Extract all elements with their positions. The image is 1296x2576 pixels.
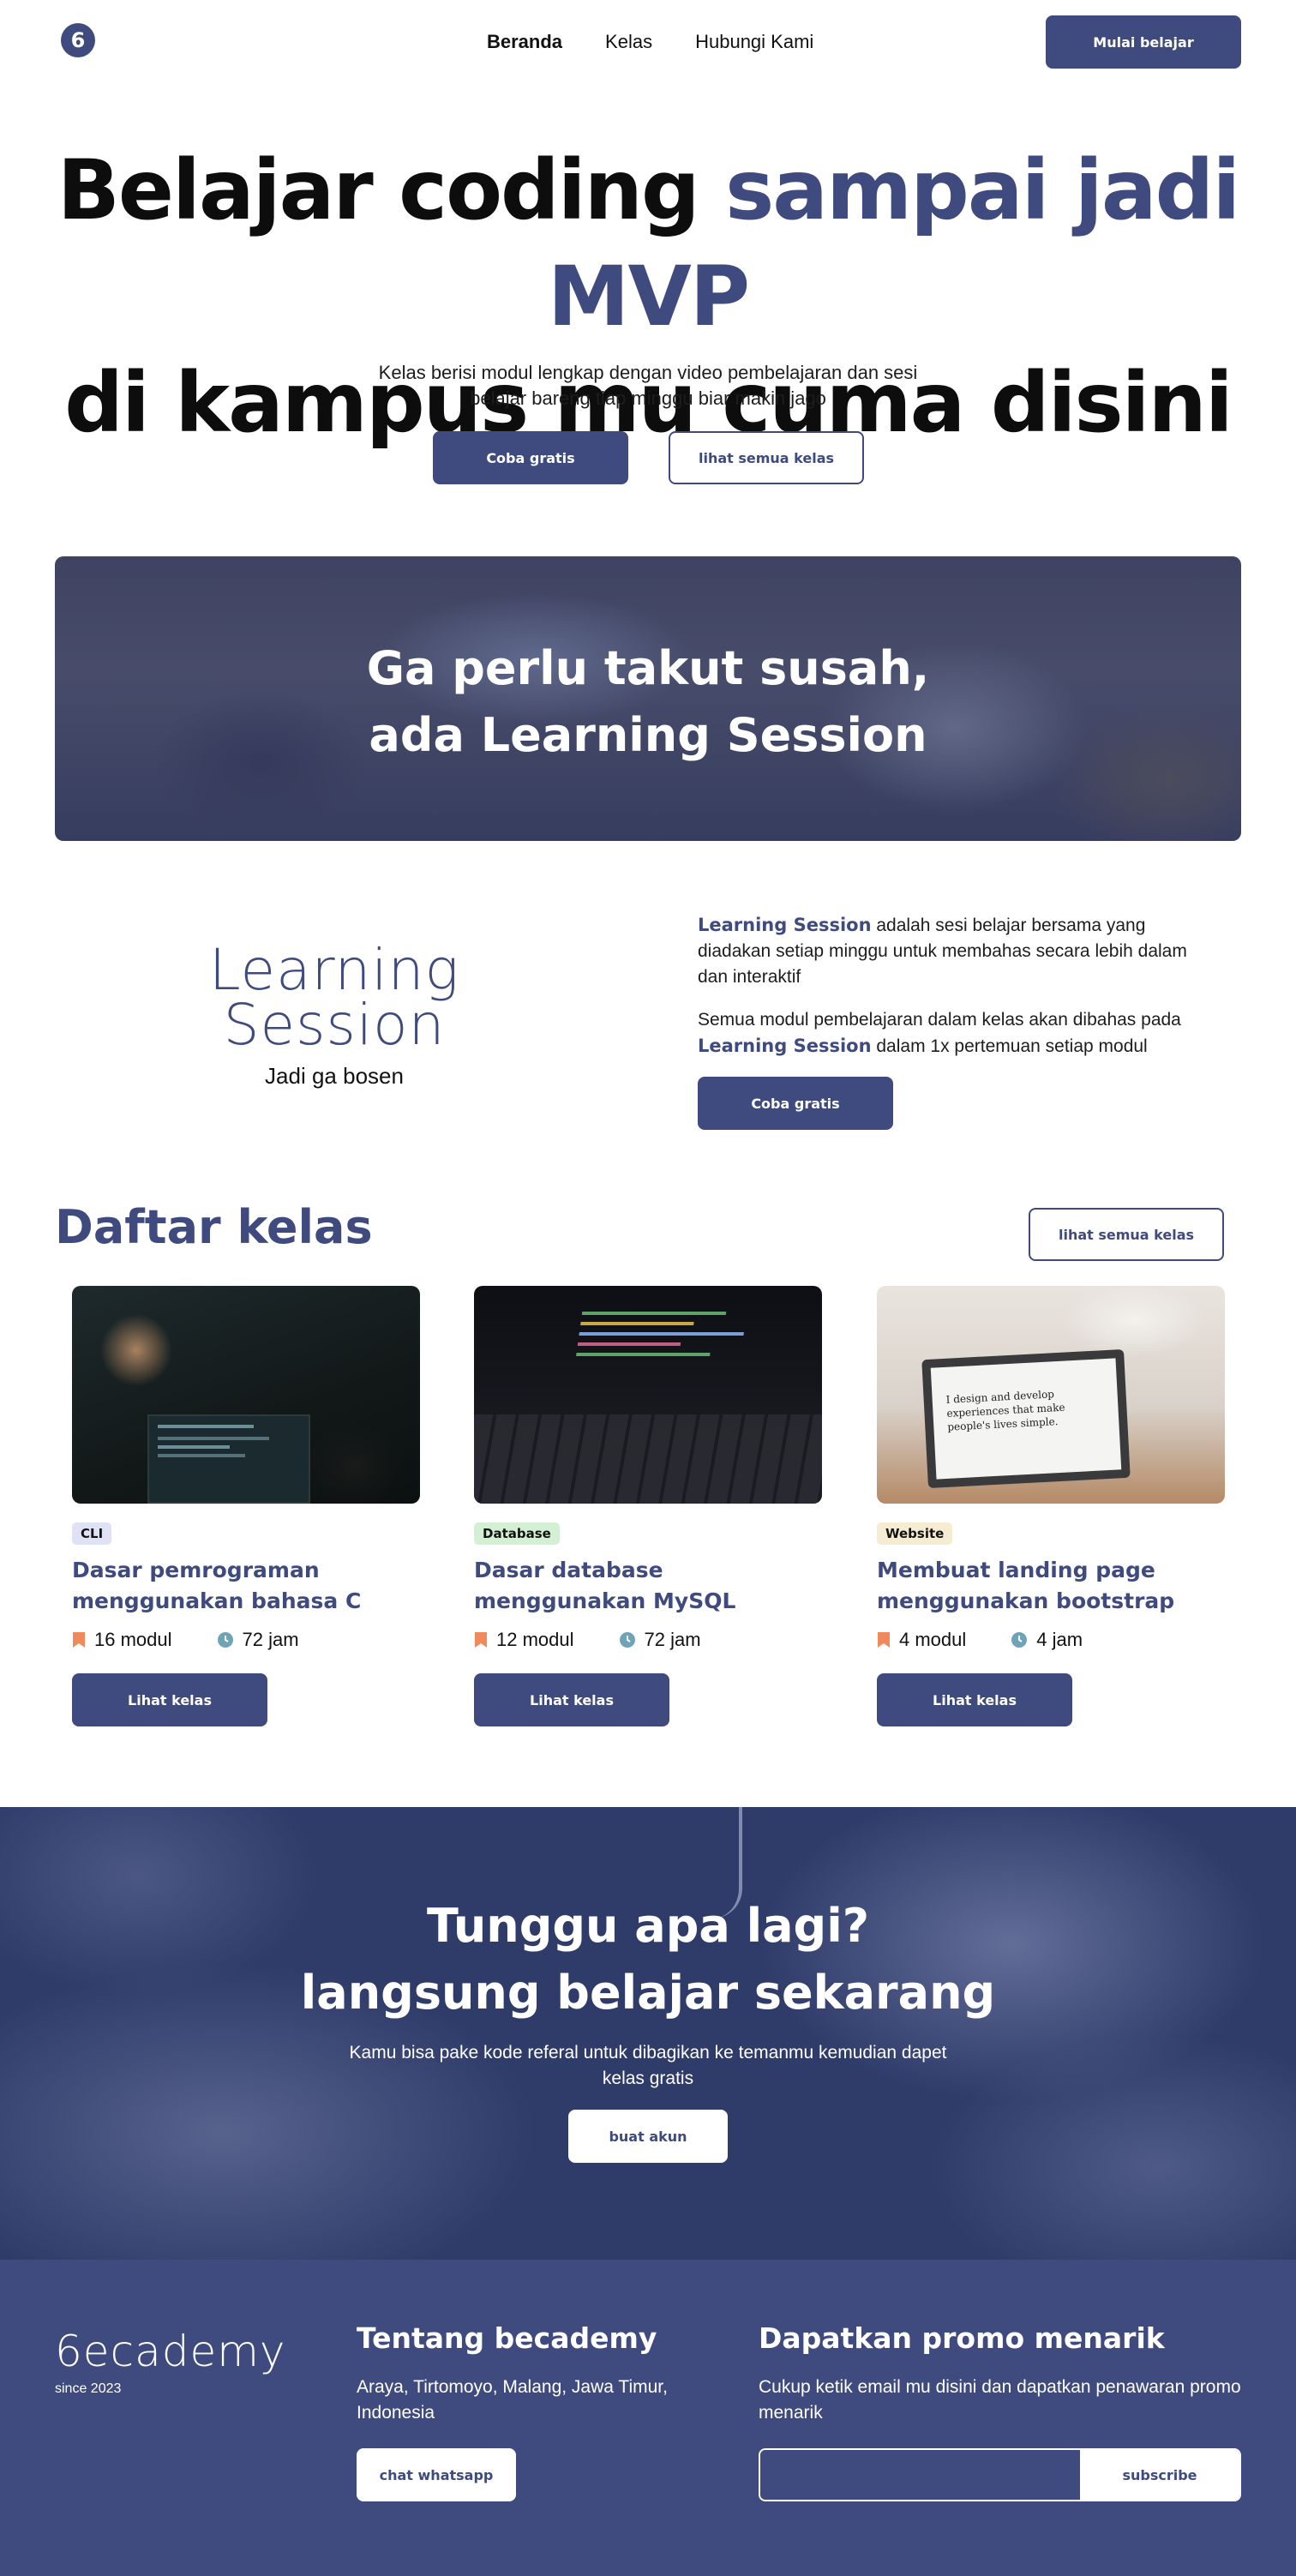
learning-session-logo: Learning Session: [171, 937, 497, 1058]
see-all-classes-button[interactable]: lihat semua kelas: [669, 431, 864, 484]
course-image-bootstrap[interactable]: I design and develop experiences that ma…: [877, 1286, 1225, 1504]
course-card-c: CLI Dasar pemrograman menggunakan bahasa…: [72, 1286, 420, 1732]
footer-address: Araya, Tirtomoyo, Malang, Jawa Timur, In…: [357, 2377, 668, 2423]
learning-session-description: Learning Session adalah sesi belajar ber…: [698, 912, 1212, 1077]
course-hours-text: 72 jam: [644, 1629, 701, 1650]
clock-icon: [1011, 1632, 1028, 1648]
course-meta: 16 modul 72 jam: [72, 1629, 299, 1651]
course-list-title: Daftar kelas: [55, 1200, 373, 1254]
cta-title: Tunggu apa lagi? langsung belajar sekara…: [0, 1893, 1296, 2027]
course-modules-text: 12 modul: [496, 1629, 574, 1650]
course-hours-text: 72 jam: [242, 1629, 299, 1650]
course-meta: 4 modul 4 jam: [877, 1629, 1083, 1651]
banner-line1: Ga perlu takut susah,: [366, 641, 930, 695]
laptop-shape: I design and develop experiences that ma…: [921, 1348, 1131, 1489]
course-title[interactable]: Dasar pemrograman menggunakan bahasa C: [72, 1555, 420, 1617]
course-modules: 4 modul: [877, 1629, 966, 1651]
nav-link-beranda[interactable]: Beranda: [487, 31, 562, 53]
course-modules: 12 modul: [474, 1629, 574, 1651]
bookmark-icon: [475, 1632, 487, 1648]
course-hours-text: 4 jam: [1036, 1629, 1083, 1650]
ls-p2-bold: Learning Session: [698, 1036, 872, 1056]
nav-links: Beranda Kelas Hubungi Kami: [487, 31, 813, 53]
svg-text:6: 6: [71, 28, 86, 52]
cta-subtitle: Kamu bisa pake kode referal untuk dibagi…: [349, 2043, 947, 2088]
footer-promo-text: Cukup ketik email mu disini dan dapatkan…: [759, 2377, 1241, 2423]
banner-line2: ada Learning Session: [369, 708, 927, 762]
course-hours: 4 jam: [1011, 1629, 1083, 1651]
try-free-button[interactable]: Coba gratis: [433, 431, 628, 484]
logo-line2: Session: [223, 992, 446, 1058]
chat-whatsapp-button[interactable]: chat whatsapp: [357, 2448, 516, 2501]
hero-title-part1: Belajar coding: [57, 142, 726, 238]
learning-session-tagline: Jadi ga bosen: [265, 1063, 404, 1089]
email-input[interactable]: [760, 2450, 1080, 2500]
cta-section: Tunggu apa lagi? langsung belajar sekara…: [0, 1807, 1296, 2260]
ls-p2-end: dalam 1x pertemuan setiap modul: [871, 1036, 1148, 1056]
clock-icon: [619, 1632, 635, 1648]
laptop-screen: I design and develop experiences that ma…: [930, 1358, 1122, 1480]
ls-paragraph-1: Learning Session adalah sesi belajar ber…: [698, 912, 1212, 990]
create-account-button[interactable]: buat akun: [568, 2110, 728, 2163]
course-badge: Database: [474, 1522, 560, 1545]
hero-subtitle: Kelas berisi modul lengkap dengan video …: [378, 362, 918, 409]
footer: 6ecademy since 2023 Tentang becademy Ara…: [0, 2260, 1296, 2576]
ls-p2-start: Semua modul pembelajaran dalam kelas aka…: [698, 1010, 1181, 1030]
course-meta: 12 modul 72 jam: [474, 1629, 701, 1651]
course-modules-text: 16 modul: [94, 1629, 172, 1650]
footer-promo-title: Dapatkan promo menarik: [759, 2321, 1165, 2355]
nav-link-kelas[interactable]: Kelas: [605, 31, 652, 53]
keyboard-shape: [474, 1414, 822, 1504]
bookmark-icon: [878, 1632, 890, 1648]
cta-line1: Tunggu apa lagi?: [426, 1899, 870, 1953]
course-title[interactable]: Dasar database menggunakan MySQL: [474, 1555, 822, 1617]
course-hours: 72 jam: [619, 1629, 701, 1651]
course-card-mysql: Database Dasar database menggunakan MySQ…: [474, 1286, 822, 1732]
banner-title: Ga perlu takut susah, ada Learning Sessi…: [55, 635, 1241, 769]
course-badge: CLI: [72, 1522, 112, 1545]
view-course-button[interactable]: Lihat kelas: [72, 1673, 267, 1726]
subscribe-button[interactable]: subscribe: [1080, 2450, 1239, 2500]
clock-icon: [217, 1632, 233, 1648]
subscribe-form: subscribe: [759, 2448, 1241, 2501]
footer-about-title: Tentang becademy: [357, 2321, 657, 2355]
course-image-mysql[interactable]: [474, 1286, 822, 1504]
ls-try-free-button[interactable]: Coba gratis: [698, 1077, 893, 1130]
course-image-c[interactable]: [72, 1286, 420, 1504]
course-see-all-button[interactable]: lihat semua kelas: [1029, 1208, 1224, 1261]
course-hours: 72 jam: [217, 1629, 299, 1651]
course-title[interactable]: Membuat landing page menggunakan bootstr…: [877, 1555, 1225, 1617]
nav-link-hubungi-kami[interactable]: Hubungi Kami: [695, 31, 813, 53]
course-modules: 16 modul: [72, 1629, 172, 1651]
footer-since: since 2023: [55, 2381, 122, 2396]
ls-paragraph-2: Semua modul pembelajaran dalam kelas aka…: [698, 1007, 1212, 1060]
learning-session-banner: Ga perlu takut susah, ada Learning Sessi…: [55, 556, 1241, 841]
view-course-button[interactable]: Lihat kelas: [474, 1673, 669, 1726]
course-card-bootstrap: I design and develop experiences that ma…: [877, 1286, 1225, 1732]
top-navbar: 6 Beranda Kelas Hubungi Kami Mulai belaj…: [0, 0, 1296, 86]
code-lines-shape: [572, 1312, 789, 1389]
start-learning-button[interactable]: Mulai belajar: [1046, 15, 1241, 69]
bookmark-icon: [73, 1632, 85, 1648]
logo-icon[interactable]: 6: [60, 22, 96, 58]
course-modules-text: 4 modul: [899, 1629, 967, 1650]
ls-p1-bold: Learning Session: [698, 915, 872, 935]
logo-line1: Learning: [208, 937, 460, 1003]
course-badge: Website: [877, 1522, 953, 1545]
cta-line2: langsung belajar sekarang: [300, 1966, 996, 2020]
view-course-button[interactable]: Lihat kelas: [877, 1673, 1072, 1726]
monitor-shape: [147, 1414, 310, 1504]
footer-brand-logo[interactable]: 6ecademy: [55, 2327, 286, 2376]
